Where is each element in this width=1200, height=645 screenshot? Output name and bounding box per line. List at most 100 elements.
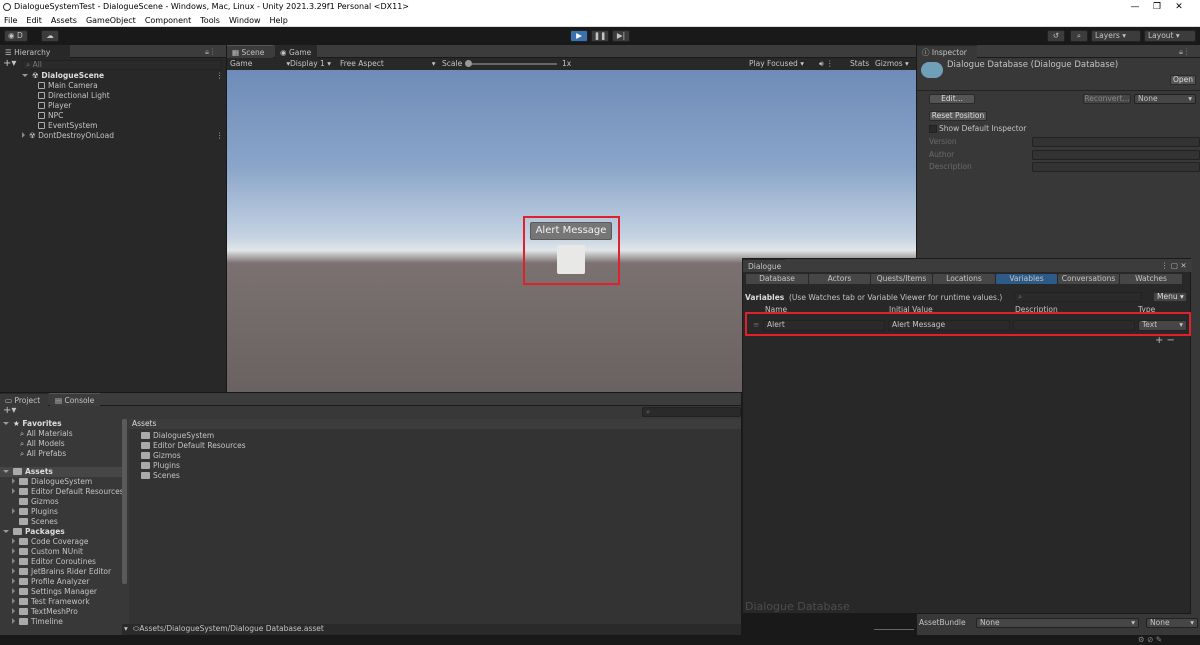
hierarchy-search-input[interactable]: ⌕ All	[22, 60, 222, 70]
cloud-icon[interactable]: ☁	[41, 30, 59, 42]
tab-scene[interactable]: ▦ Scene	[227, 45, 273, 58]
asset-folder[interactable]: Gizmos	[19, 497, 59, 507]
favorite-item[interactable]: ⌕ All Prefabs	[20, 449, 66, 459]
menu-window[interactable]: Window	[229, 16, 261, 25]
maximize-button[interactable]: ❐	[1146, 0, 1168, 14]
add-remove-buttons[interactable]: + −	[1155, 336, 1175, 346]
content-folder[interactable]: Gizmos	[141, 451, 181, 461]
reset-position-button[interactable]: Reset Position	[929, 111, 987, 121]
package-folder[interactable]: Code Coverage	[12, 537, 89, 547]
description-field[interactable]	[1032, 162, 1200, 172]
menu-tools[interactable]: Tools	[200, 16, 220, 25]
ddol-menu-icon[interactable]: ⋮	[216, 131, 224, 141]
tab-variables[interactable]: Variables	[996, 274, 1057, 284]
tab-locations[interactable]: Locations	[933, 274, 995, 284]
aspect-dropdown[interactable]: Free Aspect ▾	[340, 59, 436, 69]
content-folder[interactable]: Editor Default Resources	[141, 441, 246, 451]
hierarchy-item[interactable]: EventSystem	[38, 121, 97, 131]
author-field[interactable]	[1032, 150, 1200, 160]
pause-button[interactable]: ❚❚	[591, 30, 609, 42]
asset-folder[interactable]: DialogueSystem	[12, 477, 92, 487]
content-folder[interactable]: Scenes	[141, 471, 180, 481]
scene-root-ddol[interactable]: ☢ DontDestroyOnLoad	[22, 131, 114, 141]
scene-menu-icon[interactable]: ⋮	[216, 71, 224, 81]
hierarchy-item[interactable]: Directional Light	[38, 91, 110, 101]
package-folder[interactable]: Editor Coroutines	[12, 557, 96, 567]
content-folder[interactable]: DialogueSystem	[141, 431, 214, 441]
stats-button[interactable]: Stats	[850, 59, 869, 69]
hierarchy-item[interactable]: Player	[38, 101, 71, 111]
search-icon[interactable]: ⌕	[1070, 30, 1088, 42]
package-folder[interactable]: TextMeshPro	[12, 607, 78, 617]
scene-root-dialoguescene[interactable]: ☢ DialogueScene	[22, 71, 104, 81]
mute-audio-icon[interactable]: 🔊︎ ⋮	[819, 59, 834, 69]
tree-scrollbar[interactable]	[122, 419, 127, 584]
play-button[interactable]: ▶	[570, 30, 588, 42]
content-breadcrumb[interactable]: Assets	[132, 419, 156, 429]
assetbundle-dropdown[interactable]: None ▾	[976, 618, 1139, 628]
menu-edit[interactable]: Edit	[26, 16, 42, 25]
hierarchy-item[interactable]: NPC	[38, 111, 63, 121]
status-icons[interactable]: ⚙ ⊘ ✎	[1138, 635, 1162, 645]
hierarchy-item[interactable]: Main Camera	[38, 81, 98, 91]
version-field[interactable]	[1032, 137, 1200, 147]
project-create-button[interactable]: +▾	[3, 406, 16, 416]
checkbox[interactable]	[929, 125, 937, 133]
favorite-item[interactable]: ⌕ All Models	[20, 439, 65, 449]
window-menu-icon[interactable]: ⋮ ▢ ✕	[1161, 261, 1187, 271]
asset-folder[interactable]: Scenes	[19, 517, 58, 527]
show-default-inspector-toggle[interactable]: Show Default Inspector	[929, 124, 1026, 134]
history-icon[interactable]: ↺	[1047, 30, 1065, 42]
tab-game[interactable]: ◉ Game	[275, 45, 317, 58]
open-button[interactable]: Open	[1170, 75, 1196, 85]
reconvert-dropdown[interactable]: None ▾	[1134, 94, 1196, 104]
scale-slider[interactable]	[467, 63, 557, 65]
content-folder[interactable]: Plugins	[141, 461, 180, 471]
packages-header[interactable]: Packages	[3, 527, 65, 537]
asset-folder[interactable]: Plugins	[12, 507, 58, 517]
assetbundle-variant-dropdown[interactable]: None ▾	[1146, 618, 1198, 628]
tab-console[interactable]: ▤ Console	[50, 393, 100, 406]
tab-inspector[interactable]: ⓘ Inspector	[917, 45, 977, 58]
edit-button[interactable]: Edit...	[929, 94, 975, 104]
favorite-item[interactable]: ⌕ All Materials	[20, 429, 73, 439]
step-button[interactable]: ▶|	[612, 30, 630, 42]
project-search-input[interactable]: ⌕	[642, 407, 741, 417]
display-dropdown[interactable]: Display 1 ▾	[290, 59, 331, 69]
minimize-button[interactable]: —	[1124, 0, 1146, 14]
tab-dialogue[interactable]: Dialogue	[743, 259, 785, 272]
scale-slider-handle[interactable]	[465, 60, 472, 67]
asset-folder[interactable]: Editor Default Resources	[12, 487, 124, 497]
tab-hierarchy[interactable]: ☰ Hierarchy	[0, 45, 70, 58]
account-button[interactable]: ◉ D	[4, 30, 28, 42]
favorites-header[interactable]: ★ Favorites	[3, 419, 62, 429]
tab-conversations[interactable]: Conversations	[1058, 274, 1119, 284]
lock-icon[interactable]: 🔒︎⋮	[205, 47, 217, 57]
menu-help[interactable]: Help	[270, 16, 288, 25]
package-folder[interactable]: Test Framework	[12, 597, 90, 607]
tab-actors[interactable]: Actors	[809, 274, 870, 284]
inspector-lock-icon[interactable]: 🔒︎⋮	[1179, 47, 1191, 57]
package-folder[interactable]: Custom NUnit	[12, 547, 83, 557]
package-folder[interactable]: JetBrains Rider Editor	[12, 567, 111, 577]
tab-watches[interactable]: Watches	[1120, 274, 1182, 284]
assets-header[interactable]: Assets	[3, 467, 53, 477]
menu-assets[interactable]: Assets	[51, 16, 77, 25]
reconvert-button[interactable]: Reconvert...	[1083, 94, 1131, 104]
tab-quests[interactable]: Quests/Items	[871, 274, 932, 284]
menu-file[interactable]: File	[4, 16, 17, 25]
package-folder[interactable]: Profile Analyzer	[12, 577, 89, 587]
menu-gameobject[interactable]: GameObject	[86, 16, 136, 25]
layout-dropdown[interactable]: Layout ▾	[1144, 30, 1196, 42]
play-focused-dropdown[interactable]: Play Focused ▾	[749, 59, 804, 69]
variables-search-input[interactable]: ⌕	[1014, 292, 1142, 302]
tab-database[interactable]: Database	[746, 274, 808, 284]
layers-dropdown[interactable]: Layers ▾	[1091, 30, 1141, 42]
menu-component[interactable]: Component	[145, 16, 191, 25]
close-button[interactable]: ✕	[1168, 0, 1190, 14]
variables-menu-dropdown[interactable]: Menu ▾	[1153, 292, 1187, 302]
package-folder[interactable]: Timeline	[12, 617, 63, 627]
gizmos-dropdown[interactable]: Gizmos ▾	[875, 59, 909, 69]
package-folder[interactable]: Settings Manager	[12, 587, 97, 597]
create-button[interactable]: +▾	[3, 59, 16, 69]
